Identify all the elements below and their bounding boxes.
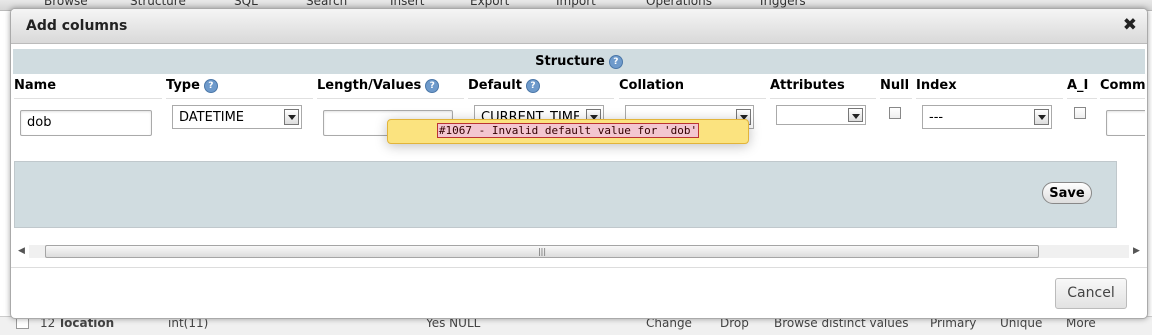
index-select[interactable]: --- (922, 105, 1052, 129)
chevron-down-icon[interactable] (284, 109, 299, 125)
header-comments: Comm (1100, 76, 1145, 99)
header-type: Type? (166, 76, 313, 99)
bg-tab-insert: Insert (390, 0, 425, 8)
dialog-titlebar[interactable]: Add columns ✖ (11, 9, 1147, 44)
header-default: Default? (468, 76, 614, 99)
header-collation-label: Collation (619, 78, 685, 93)
null-checkbox[interactable] (889, 107, 901, 119)
horizontal-scrollbar[interactable]: ◀ ||| ▶ (14, 243, 1144, 260)
auto-increment-checkbox[interactable] (1074, 107, 1086, 119)
header-ai-label: A_I (1067, 78, 1089, 93)
bg-tab-export: Export (470, 0, 510, 8)
help-icon[interactable]: ? (203, 78, 218, 93)
cancel-button[interactable]: Cancel (1055, 278, 1127, 309)
bg-tab-sql: SQL (234, 0, 258, 8)
dialog-footer: Cancel (11, 267, 1147, 318)
header-name-label: Name (14, 78, 57, 93)
scrollbar-thumb[interactable]: ||| (45, 245, 1039, 258)
header-length: Length/Values? (317, 76, 464, 99)
save-button[interactable]: Save (1042, 182, 1092, 204)
type-select-value: DATETIME (179, 110, 245, 125)
column-name-input[interactable]: dob (20, 110, 152, 136)
chevron-down-icon[interactable] (1034, 109, 1049, 125)
close-icon[interactable]: ✖ (1123, 15, 1137, 35)
header-attributes-label: Attributes (770, 78, 845, 93)
error-message: #1067 - Invalid default value for 'dob' (436, 123, 700, 138)
structure-header: Structure? (13, 49, 1145, 75)
bg-tab-triggers: Triggers (758, 0, 806, 8)
header-collation: Collation (619, 76, 766, 99)
index-select-value: --- (929, 110, 944, 125)
attributes-select[interactable] (776, 105, 866, 125)
bg-tab-browse: Browse (44, 0, 88, 8)
scroll-left-icon[interactable]: ◀ (14, 243, 29, 260)
error-notification[interactable]: #1067 - Invalid default value for 'dob' (387, 119, 749, 144)
bg-tab-import: Import (556, 0, 596, 8)
header-attributes: Attributes (770, 76, 876, 99)
scrollbar-track[interactable]: ||| (29, 245, 1129, 258)
chevron-down-icon[interactable] (848, 108, 863, 122)
comments-input[interactable] (1106, 110, 1145, 136)
header-ai: A_I (1067, 76, 1097, 99)
structure-label: Structure (535, 54, 605, 69)
header-length-label: Length/Values (317, 78, 422, 93)
header-name: Name (14, 76, 162, 99)
header-comments-label: Comm (1100, 78, 1145, 93)
add-columns-dialog: Add columns ✖ Structure? Name Type? Leng… (10, 8, 1148, 319)
column-name-value: dob (27, 115, 52, 130)
help-icon[interactable]: ? (608, 54, 623, 69)
header-index: Index (916, 76, 1063, 99)
column-headers: Name Type? Length/Values? Default? Colla… (13, 76, 1145, 99)
bg-tab-search: Search (306, 0, 348, 8)
bg-tab-operations: Operations (646, 0, 712, 8)
bg-tab-structure: Structure (130, 0, 186, 8)
save-panel: Save (14, 161, 1117, 228)
help-icon[interactable]: ? (425, 78, 440, 93)
dialog-content: Structure? Name Type? Length/Values? Def… (13, 49, 1145, 264)
header-default-label: Default (468, 78, 522, 93)
header-type-label: Type (166, 78, 200, 93)
dialog-title: Add columns (26, 18, 128, 34)
header-null: Null (880, 76, 912, 99)
scroll-right-icon[interactable]: ▶ (1129, 243, 1144, 260)
header-null-label: Null (880, 78, 910, 93)
type-select[interactable]: DATETIME (172, 105, 302, 129)
header-index-label: Index (916, 78, 957, 93)
help-icon[interactable]: ? (525, 78, 540, 93)
